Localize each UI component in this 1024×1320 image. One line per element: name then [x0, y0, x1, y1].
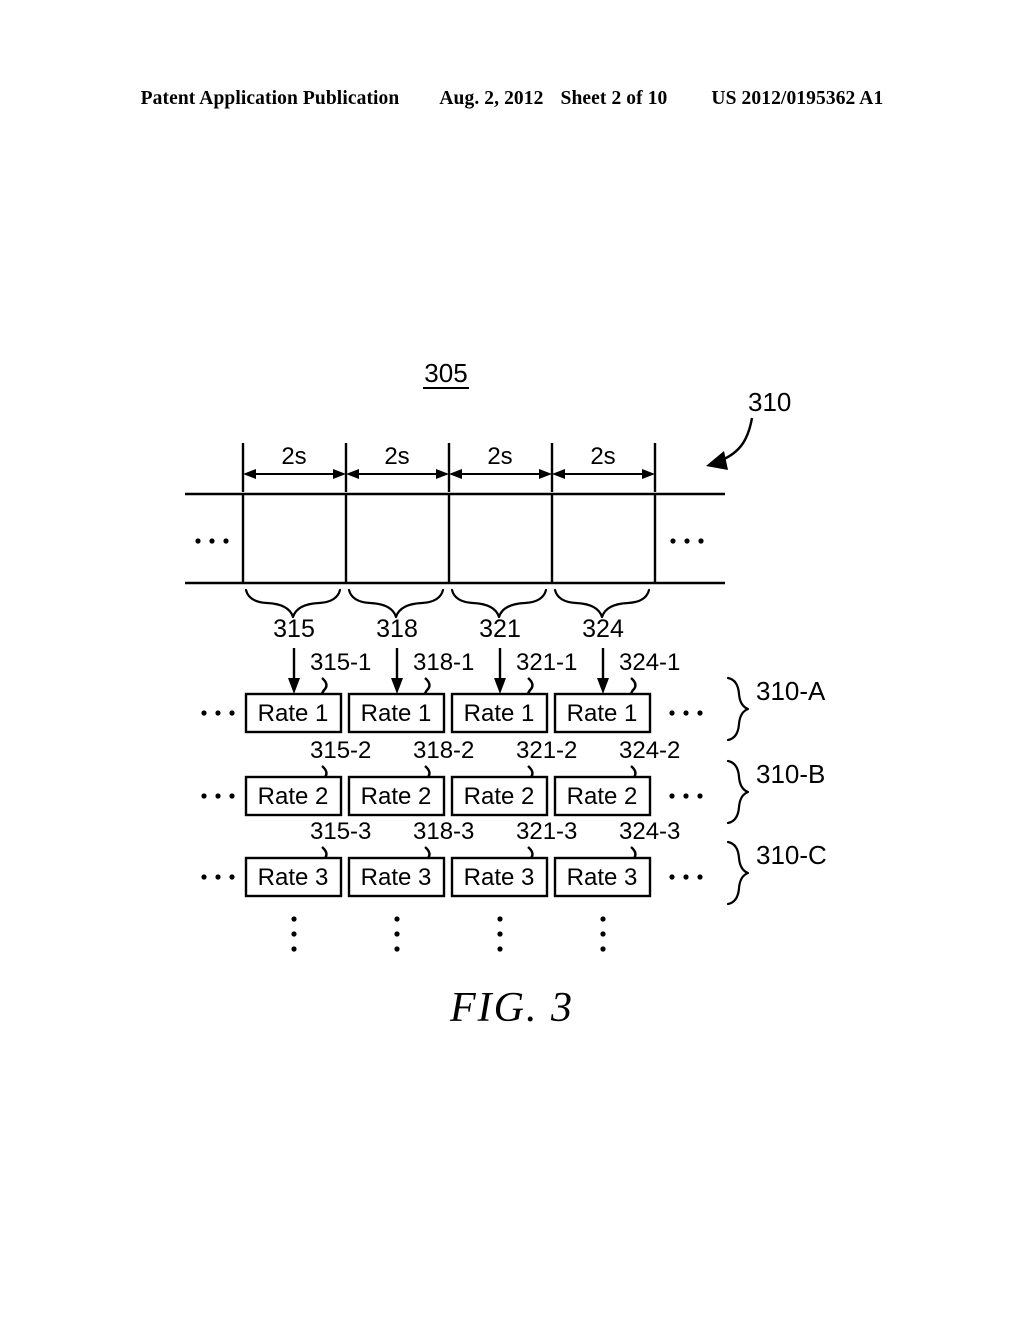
interval-span-3: 2s	[449, 443, 552, 479]
rate-row-c: 315-3 318-3 321-3 324-3 Rate 3 Rate 3 Ra…	[201, 818, 827, 906]
rate-box-321-1-label: Rate 1	[464, 700, 535, 727]
interval-span-2-label: 2s	[384, 443, 409, 470]
segment-label-315: 315	[273, 615, 315, 643]
group-callout-310-leader	[721, 417, 754, 462]
rate-box-318-1-label: Rate 1	[361, 700, 432, 727]
segment-label-318: 318	[376, 615, 418, 643]
group-label-310-a: 310-A	[756, 676, 826, 706]
sub-label-321-3: 321-3	[516, 818, 577, 845]
sub-label-318-3: 318-3	[413, 818, 474, 845]
rate-box-321-3-label: Rate 3	[464, 864, 535, 891]
interval-span-3-arrow-right	[539, 469, 552, 479]
group-label-310-c: 310-C	[756, 840, 827, 870]
rate-box-321-2-label: Rate 2	[464, 783, 535, 810]
rate-row-a-ellipsis-right	[669, 710, 703, 716]
segment-brace-318: 318	[347, 588, 445, 643]
interval-span-1-arrow-left	[243, 469, 256, 479]
sub-label-318-1: 318-1	[413, 649, 474, 676]
rate-box-315-3-label: Rate 3	[258, 864, 329, 891]
column-ellipsis-315	[291, 916, 297, 952]
sub-label-315-2: 315-2	[310, 737, 371, 764]
interval-span-1-arrow-right	[333, 469, 346, 479]
figure-caption: FIG. 3	[450, 985, 574, 1031]
interval-span-3-arrow-left	[449, 469, 462, 479]
group-brace-310-b	[726, 759, 750, 825]
interval-span-2: 2s	[346, 443, 449, 479]
sub-label-321-2: 321-2	[516, 737, 577, 764]
group-callout-310-arrowhead	[706, 451, 728, 470]
segment-brace-321: 321	[450, 588, 548, 643]
group-brace-310-c	[726, 840, 750, 906]
interval-dimension-row: 2s 2s 2s 2s	[241, 443, 657, 492]
sub-label-324-2: 324-2	[619, 737, 680, 764]
interval-span-4-arrow-right	[642, 469, 655, 479]
interval-span-2-arrow-left	[346, 469, 359, 479]
timeline-ellipsis-right	[670, 538, 704, 544]
interval-span-1-label: 2s	[281, 443, 306, 470]
rate-row-c-ellipsis-left	[201, 874, 235, 880]
rate-box-318-2-label: Rate 2	[361, 783, 432, 810]
rate-row-a-ellipsis-left	[201, 710, 235, 716]
rate-box-324-1-label: Rate 1	[567, 700, 638, 727]
rate-box-324-3-label: Rate 3	[567, 864, 638, 891]
timeline-band	[185, 492, 725, 585]
group-brace-310-a	[726, 676, 750, 742]
rate-row-b: 315-2 318-2 321-2 324-2 Rate 2 Rate 2 Ra…	[201, 737, 825, 825]
segment-down-arrow-315	[288, 648, 300, 694]
interval-span-2-arrow-right	[436, 469, 449, 479]
column-continuation-ellipses	[291, 916, 606, 952]
segment-down-arrow-318	[391, 648, 403, 694]
rate-row-b-ellipsis-right	[669, 793, 703, 799]
group-callout-310-text: 310	[748, 387, 791, 417]
group-callout-310: 310	[706, 387, 791, 470]
rate-row-c-ellipsis-right	[669, 874, 703, 880]
segment-label-321: 321	[479, 615, 521, 643]
stream-label-305-text: 305	[424, 358, 467, 388]
segment-brace-324: 324	[553, 588, 651, 643]
rate-box-318-3-label: Rate 3	[361, 864, 432, 891]
interval-span-4: 2s	[552, 443, 655, 479]
column-ellipsis-318	[394, 916, 400, 952]
sub-label-318-2: 318-2	[413, 737, 474, 764]
column-ellipsis-324	[600, 916, 606, 952]
sub-label-315-1: 315-1	[310, 649, 371, 676]
interval-span-3-label: 2s	[487, 443, 512, 470]
column-ellipsis-321	[497, 916, 503, 952]
segment-label-324: 324	[582, 615, 624, 643]
sub-label-324-3: 324-3	[619, 818, 680, 845]
interval-span-1: 2s	[243, 443, 346, 479]
group-label-310-b: 310-B	[756, 759, 825, 789]
rate-box-324-2-label: Rate 2	[567, 783, 638, 810]
stream-label-305: 305	[423, 358, 469, 389]
rate-row-b-ellipsis-left	[201, 793, 235, 799]
interval-span-4-arrow-left	[552, 469, 565, 479]
sub-label-315-3: 315-3	[310, 818, 371, 845]
interval-span-4-label: 2s	[590, 443, 615, 470]
timeline-ellipsis-left	[195, 538, 229, 544]
segment-down-arrow-321	[494, 648, 506, 694]
segment-brace-315: 315	[244, 588, 342, 643]
figure-3-drawing: 305 310 2s 2s 2s 2s 315 318 321 324 315-…	[0, 0, 1024, 1320]
sub-label-324-1: 324-1	[619, 649, 680, 676]
rate-box-315-2-label: Rate 2	[258, 783, 329, 810]
sub-label-321-1: 321-1	[516, 649, 577, 676]
segment-down-arrow-324	[597, 648, 609, 694]
rate-box-315-1-label: Rate 1	[258, 700, 329, 727]
